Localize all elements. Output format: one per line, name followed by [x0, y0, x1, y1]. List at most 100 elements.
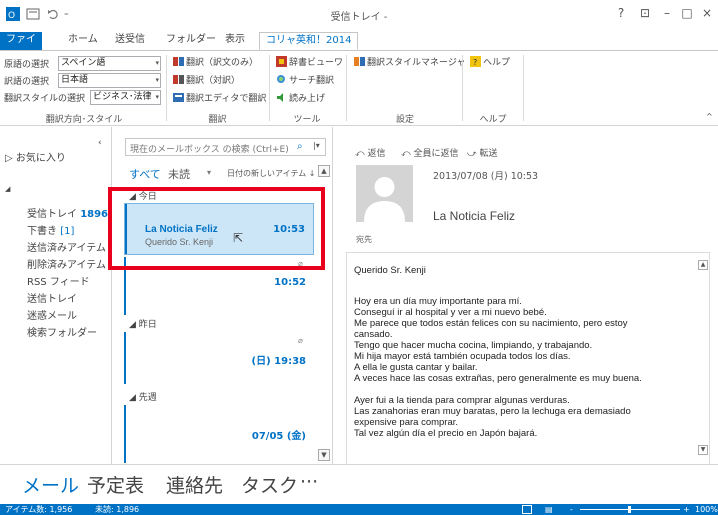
- translate-pair-button[interactable]: 翻訳（対訳）: [173, 73, 240, 89]
- reading-view-icon[interactable]: ▤: [545, 504, 553, 515]
- style-select[interactable]: ビジネス･法律 ▾: [90, 90, 161, 105]
- drafts-label: 下書き: [27, 226, 57, 237]
- tab-file[interactable]: ファイル: [0, 32, 42, 61]
- folder-rss[interactable]: RSS フィード: [27, 273, 90, 288]
- tab-folder[interactable]: フォルダー: [160, 32, 222, 50]
- group-tools-label: ツール: [293, 115, 321, 125]
- body-line: expensive para comprar.: [354, 417, 459, 428]
- read-aloud-button[interactable]: 読み上げ: [276, 91, 325, 107]
- minimize-button[interactable]: –: [658, 6, 676, 20]
- attachment-icon: ⌀: [298, 336, 303, 345]
- editor-translate-button[interactable]: 翻訳エディタで翻訳: [173, 91, 266, 107]
- favorites-label: お気に入り: [15, 153, 66, 164]
- folder-junk[interactable]: 迷惑メール: [27, 307, 77, 322]
- message-item[interactable]: ⌀ (日) 19:38: [124, 332, 314, 384]
- scroll-down-icon[interactable]: ▼: [318, 449, 330, 461]
- tab-view[interactable]: 表示: [219, 32, 251, 50]
- nav-calendar[interactable]: 予定表: [87, 471, 144, 498]
- scroll-down-icon[interactable]: ▼: [698, 445, 708, 455]
- search-icon[interactable]: ⌕: [297, 141, 303, 152]
- group-translate-label: 翻訳: [208, 115, 227, 125]
- folder-search[interactable]: 検索フォルダー: [27, 324, 97, 339]
- source-lang-select[interactable]: スペイン語 ▾: [58, 56, 161, 71]
- message-body[interactable]: Querido Sr. Kenji Hoy era un día muy impo…: [346, 252, 710, 464]
- translate-icon: [173, 56, 184, 67]
- ribbon-tabs: ファイル ホーム 送受信 フォルダー 表示 コリャ英和！2014: [0, 30, 718, 61]
- read-aloud-label: 読み上げ: [289, 94, 326, 104]
- maximize-button[interactable]: □: [678, 6, 696, 20]
- highlight-box: [108, 187, 325, 270]
- search-translate-label: サーチ翻訳: [289, 76, 335, 86]
- group-last-week[interactable]: ◢ 先週: [129, 390, 157, 403]
- zoom-slider-thumb[interactable]: [628, 506, 631, 513]
- body-line: Conseguí ir al hospital y ver a mi nuevo…: [354, 307, 547, 318]
- nav-tasks[interactable]: タスク: [241, 471, 298, 498]
- target-lang-label: 訳語の選択: [4, 77, 50, 87]
- favorites-toggle[interactable]: ▷ お気に入り: [5, 149, 66, 164]
- filter-unread[interactable]: 未読: [168, 166, 190, 182]
- reply-all-label: 全員に返信: [413, 149, 459, 159]
- message-subject-header: La Noticia Feliz: [433, 209, 516, 223]
- item-count: アイテム数: 1,956: [5, 505, 73, 514]
- dictionary-viewer-label: 辞書ビューワ: [289, 58, 344, 68]
- search-scope-dropdown-icon[interactable]: |▾: [313, 141, 320, 150]
- dictionary-viewer-button[interactable]: 辞書ビューワ: [276, 55, 343, 71]
- reply-button[interactable]: ⤺ 返信: [355, 146, 386, 159]
- close-button[interactable]: ×: [698, 6, 716, 20]
- collapse-ribbon-icon[interactable]: ^: [706, 109, 713, 125]
- forward-icon: ⤻: [467, 149, 477, 159]
- normal-view-icon[interactable]: [522, 505, 532, 514]
- reply-all-button[interactable]: ⤺ 全員に返信: [401, 146, 459, 159]
- reading-pane: ⤺ 返信 ⤺ 全員に返信 ⤻ 転送 2013/07/08 (月) 10:53 L…: [333, 127, 718, 464]
- style-manager-label: 翻訳スタイルマネージャ: [367, 58, 466, 68]
- sort-dropdown[interactable]: 日付の新しいアイテム ↓: [227, 168, 315, 179]
- expand-account-icon[interactable]: ◢: [5, 185, 10, 193]
- ribbon-help-button[interactable]: ? ヘルプ: [470, 55, 510, 71]
- nav-more[interactable]: ···: [300, 471, 318, 493]
- folder-outbox[interactable]: 送信トレイ: [27, 290, 77, 305]
- scroll-up-icon[interactable]: ▲: [318, 165, 330, 177]
- message-item[interactable]: 07/05 (金): [124, 405, 314, 463]
- translate-pair-label: 翻訳（対訳）: [186, 76, 241, 86]
- zoom-in-icon[interactable]: +: [683, 504, 690, 515]
- folder-drafts[interactable]: 下書き [1]: [27, 222, 74, 237]
- target-lang-select[interactable]: 日本語 ▾: [58, 73, 161, 88]
- status-bar: アイテム数: 1,956 未読: 1,896 ▤ - + 100%: [0, 504, 718, 515]
- group-divider: [462, 55, 463, 121]
- help-button[interactable]: ?: [612, 6, 630, 20]
- tab-home[interactable]: ホーム: [62, 32, 104, 50]
- source-lang-label: 原語の選択: [4, 60, 50, 70]
- folder-sent[interactable]: 送信済みアイテム: [27, 239, 106, 254]
- collapse-pane-icon[interactable]: ‹: [98, 138, 102, 148]
- zoom-out-icon[interactable]: -: [570, 504, 573, 515]
- group-help-label: ヘルプ: [479, 115, 507, 125]
- group-divider: [269, 55, 270, 121]
- nav-mail[interactable]: メール: [22, 471, 79, 498]
- group-divider: [166, 55, 167, 121]
- group-yesterday[interactable]: ◢ 昨日: [129, 317, 157, 330]
- nav-contacts[interactable]: 連絡先: [166, 471, 223, 498]
- search-translate-button[interactable]: サーチ翻訳: [276, 73, 334, 89]
- filter-all[interactable]: すべて: [129, 166, 161, 182]
- reply-all-icon: ⤺: [401, 149, 411, 159]
- body-line: Ayer fui a la tienda para comprar alguna…: [354, 395, 570, 406]
- search-input[interactable]: 現在のメールボックス の検索 (Ctrl+E) ⌕ |▾: [125, 138, 326, 156]
- filter-dropdown-icon[interactable]: ▾: [207, 168, 211, 177]
- translate-only-button[interactable]: 翻訳（訳文のみ）: [173, 55, 258, 71]
- forward-button[interactable]: ⤻ 転送: [467, 146, 498, 159]
- tab-send-receive[interactable]: 送受信: [109, 32, 151, 50]
- tab-korya-eiwa[interactable]: コリャ英和！2014: [259, 32, 359, 50]
- group-settings-label: 設定: [395, 115, 414, 125]
- folder-pane: ▷ お気に入り ‹ ◢ 受信トレイ 1896 下書き [1] 送信済みアイテム …: [0, 127, 111, 464]
- editor-icon: [173, 92, 184, 103]
- drafts-count: [1]: [60, 226, 75, 237]
- magnifier-icon: [276, 74, 287, 85]
- ribbon-display-button[interactable]: ⊡: [636, 6, 654, 20]
- scroll-up-icon[interactable]: ▲: [698, 260, 708, 270]
- folder-deleted[interactable]: 削除済みアイテム: [27, 256, 106, 271]
- inbox-label: 受信トレイ: [27, 209, 77, 220]
- body-line: Mi hija mayor está también ocupada todos…: [354, 351, 571, 362]
- style-manager-button[interactable]: 翻訳スタイルマネージャ: [354, 55, 465, 71]
- folder-inbox[interactable]: 受信トレイ 1896: [27, 205, 108, 220]
- to-label: 宛先: [356, 235, 372, 244]
